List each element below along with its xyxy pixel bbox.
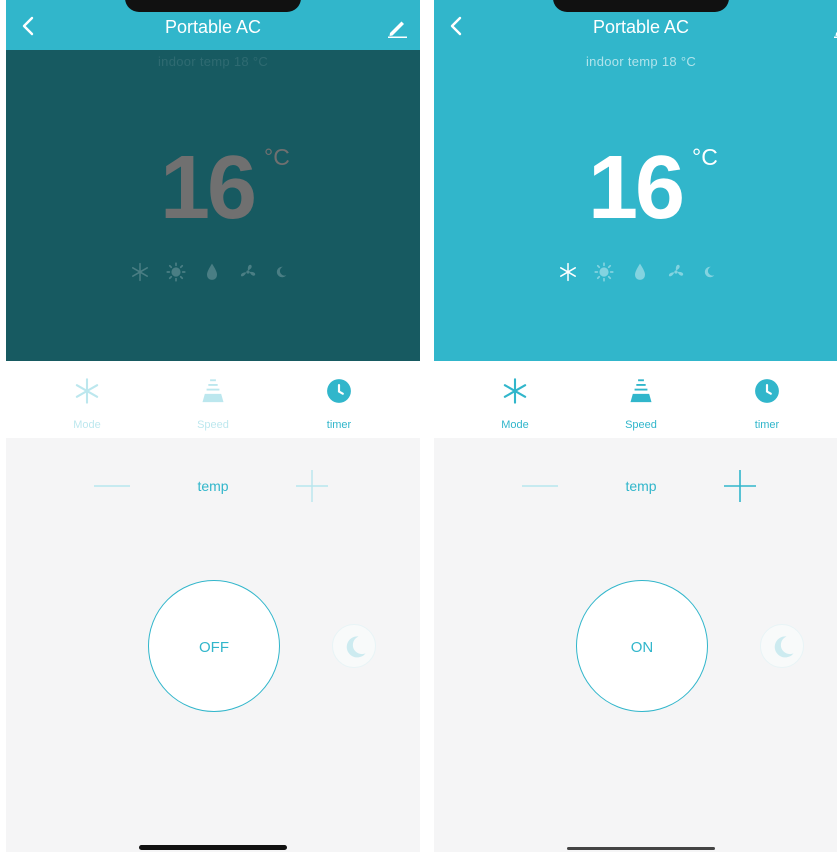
phone-screen-on: Portable AC indoor temp 18 °C 16 °C Mode… xyxy=(434,0,837,852)
tab-label: timer xyxy=(754,419,780,431)
fan-speed-icon xyxy=(199,377,227,405)
moon-icon xyxy=(274,265,288,279)
temperature-unit: °C xyxy=(264,144,290,170)
clock-icon xyxy=(754,378,780,404)
snowflake-icon xyxy=(501,377,529,405)
hero-panel: Portable AC indoor temp 18 °C 16 °C xyxy=(434,0,837,361)
set-temperature: 16 xyxy=(588,138,685,238)
power-label: OFF xyxy=(199,639,229,656)
tab-bar: Mode Speed timer xyxy=(6,361,420,438)
tab-label: timer xyxy=(326,419,352,431)
page-title: Portable AC xyxy=(592,17,690,37)
fan-speed-icon xyxy=(627,377,655,405)
sun-icon xyxy=(166,262,186,282)
tab-label: Speed xyxy=(625,419,657,431)
hero-panel: Portable AC indoor temp 18 °C 16 °C xyxy=(6,0,420,361)
mode-indicator-row xyxy=(130,262,300,282)
phone-screen-off: Portable AC indoor temp 18 °C 16 °C Mode… xyxy=(6,0,420,852)
pencil-icon[interactable] xyxy=(832,18,837,38)
clock-icon xyxy=(326,378,352,404)
mode-indicator-row xyxy=(558,262,728,282)
set-temperature: 16 xyxy=(160,138,257,238)
moon-icon xyxy=(769,633,797,661)
device-notch xyxy=(553,0,729,12)
tab-label: Mode xyxy=(501,419,529,431)
power-button[interactable]: ON xyxy=(576,580,708,712)
indoor-temp-label: indoor temp 18 °C xyxy=(157,54,269,69)
temp-control-label: temp xyxy=(197,478,229,494)
tab-label: Speed xyxy=(197,419,229,431)
tab-timer[interactable]: timer xyxy=(294,361,384,438)
sleep-button[interactable] xyxy=(332,624,376,668)
fan-icon xyxy=(238,262,258,282)
moon-icon xyxy=(341,633,369,661)
droplet-icon xyxy=(630,262,650,282)
page-title: Portable AC xyxy=(164,17,262,37)
tab-mode[interactable]: Mode xyxy=(42,361,132,438)
temperature-unit: °C xyxy=(692,144,718,170)
home-indicator xyxy=(567,847,715,850)
snowflake-icon xyxy=(130,262,150,282)
snowflake-icon xyxy=(558,262,578,282)
pencil-icon[interactable] xyxy=(386,18,408,38)
tab-speed[interactable]: Speed xyxy=(596,361,686,438)
tab-bar: Mode Speed timer xyxy=(434,361,837,438)
tab-mode[interactable]: Mode xyxy=(470,361,560,438)
home-indicator xyxy=(139,845,287,850)
sleep-button[interactable] xyxy=(760,624,804,668)
snowflake-icon xyxy=(73,377,101,405)
sun-icon xyxy=(594,262,614,282)
temp-control-label: temp xyxy=(625,478,657,494)
device-notch xyxy=(125,0,301,12)
tab-speed[interactable]: Speed xyxy=(168,361,258,438)
tab-label: Mode xyxy=(73,419,101,431)
indoor-temp-label: indoor temp 18 °C xyxy=(585,54,697,69)
plus-icon[interactable] xyxy=(722,468,758,504)
tab-timer[interactable]: timer xyxy=(722,361,812,438)
moon-icon xyxy=(702,265,716,279)
control-panel: temp OFF xyxy=(6,438,420,852)
power-label: ON xyxy=(630,639,654,656)
fan-icon xyxy=(666,262,686,282)
control-panel: temp ON xyxy=(434,438,837,852)
droplet-icon xyxy=(202,262,222,282)
power-button[interactable]: OFF xyxy=(148,580,280,712)
plus-icon[interactable] xyxy=(294,468,330,504)
